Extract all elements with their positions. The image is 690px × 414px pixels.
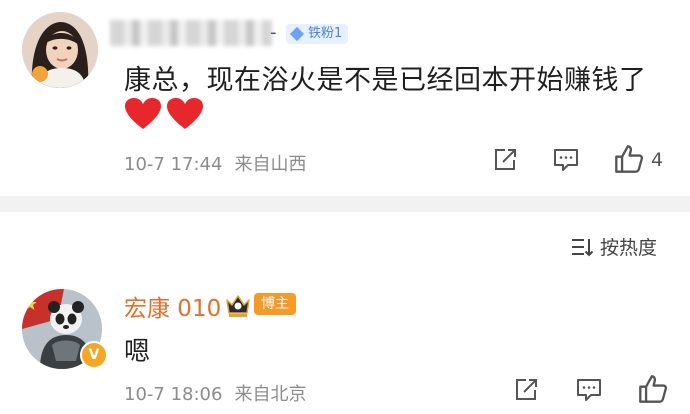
comment-icon[interactable] <box>553 147 579 173</box>
verified-badge: V <box>80 341 108 369</box>
share-icon[interactable] <box>492 147 518 173</box>
reply-text: 嗯 <box>124 337 151 367</box>
sort-label: 按热度 <box>600 237 658 259</box>
heart-emoji-icon <box>167 98 203 129</box>
sort-by-hotness-toggle[interactable]: 按热度 <box>570 233 657 260</box>
blurred-username[interactable] <box>110 20 272 46</box>
sort-icon <box>572 238 594 256</box>
fan-level-badge: 铁粉1 <box>286 24 349 44</box>
share-icon[interactable] <box>513 377 539 403</box>
comment-meta: 10-7 17:44 来自山西 <box>124 150 306 176</box>
like-icon[interactable] <box>638 374 668 404</box>
heart-emoji-icon <box>125 98 161 129</box>
diamond-icon <box>289 26 305 42</box>
comment-location: 来自山西 <box>234 154 307 175</box>
username-suffix: - <box>270 22 277 43</box>
reply-meta: 10-7 18:06 来自北京 <box>124 380 306 406</box>
like-count: 4 <box>651 149 664 171</box>
comment-icon[interactable] <box>576 377 602 403</box>
section-divider <box>0 196 690 212</box>
commenter-avatar[interactable] <box>22 12 98 88</box>
reply-date: 10-7 18:06 <box>124 384 223 405</box>
author-name[interactable]: 宏康 010 <box>124 289 221 323</box>
like-icon[interactable] <box>614 144 644 174</box>
comment-text: 康总，现在浴火是不是已经回本开始赚钱了 <box>124 65 647 96</box>
crown-icon <box>226 295 250 317</box>
blogger-badge: 博主 <box>254 293 296 315</box>
comment-date: 10-7 17:44 <box>124 154 223 175</box>
fan-badge-label: 铁粉1 <box>308 26 343 41</box>
reply-location: 来自北京 <box>234 384 307 405</box>
heart-emojis <box>124 97 204 131</box>
